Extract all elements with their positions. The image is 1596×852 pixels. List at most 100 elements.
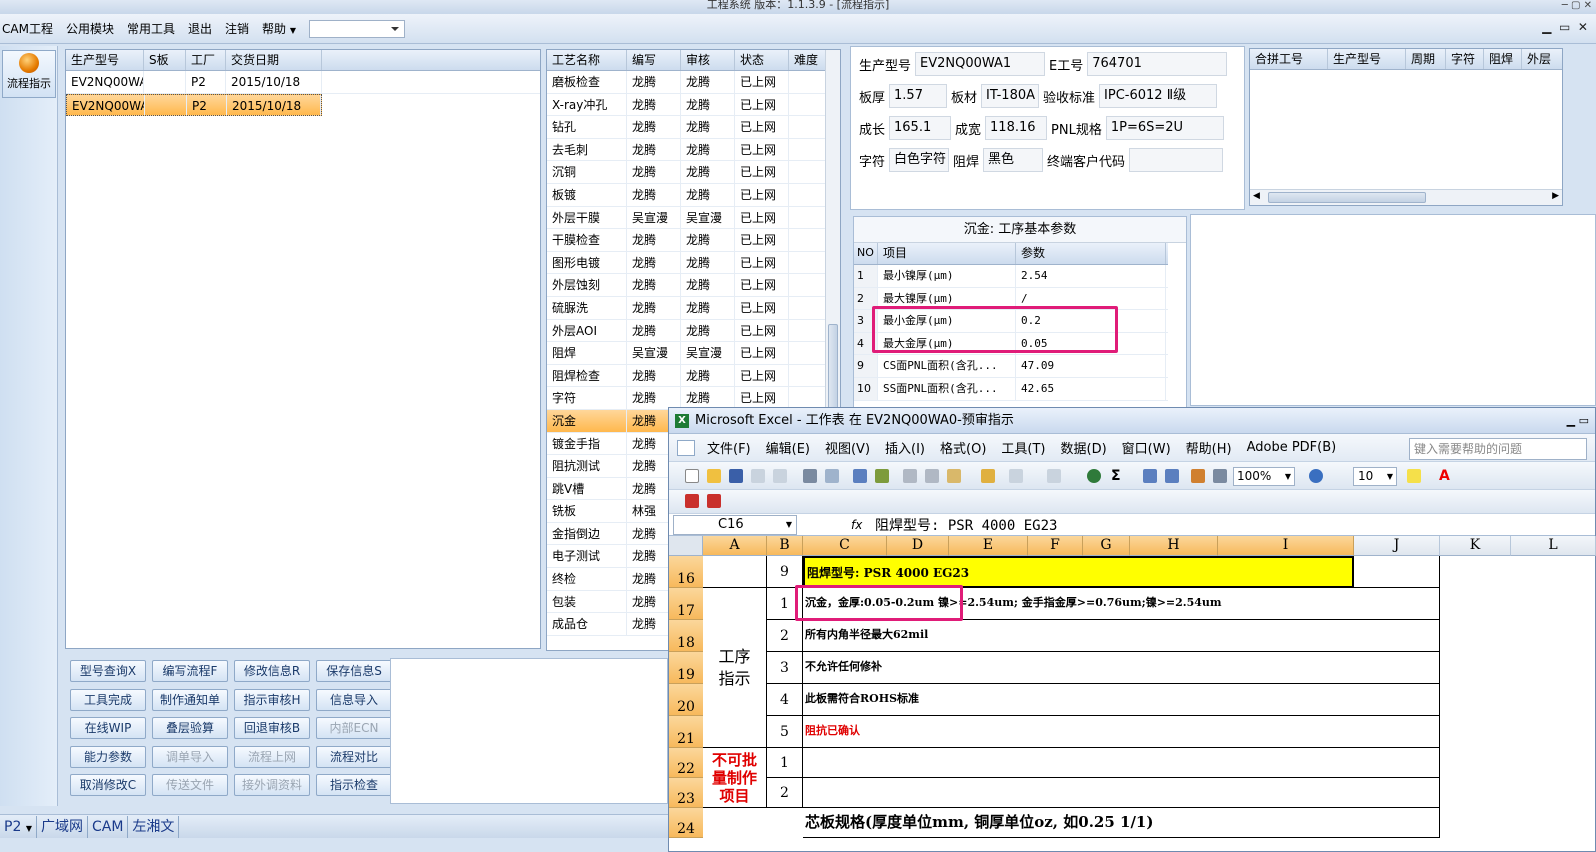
sort-desc-icon[interactable]	[1165, 469, 1179, 483]
col-model[interactable]: 生产型号	[66, 50, 144, 70]
column-header[interactable]: A	[703, 536, 767, 556]
scroll-thumb[interactable]	[1268, 192, 1426, 203]
xl-menu-data[interactable]: 数据(D)	[1061, 438, 1107, 457]
process-row[interactable]: 磨板检查 龙腾 龙腾 已上网	[547, 71, 840, 94]
column-header[interactable]: D	[887, 536, 949, 556]
row-header[interactable]: 21	[669, 716, 703, 748]
action-button[interactable]: 调单导入	[152, 745, 228, 768]
cell-c19[interactable]: 不允许任何修补	[803, 652, 1440, 684]
action-button[interactable]: 指示审核H	[234, 688, 310, 711]
material-field[interactable]: IT-180A	[981, 84, 1040, 108]
xl-menu-view[interactable]: 视图(V)	[825, 438, 870, 457]
col-sboard[interactable]: S板	[144, 50, 186, 70]
cell-c20[interactable]: 此板需符合ROHS标准	[803, 684, 1440, 716]
col-char[interactable]: 字符	[1446, 49, 1484, 69]
action-button[interactable]: 保存信息S	[316, 660, 392, 682]
column-header[interactable]: K	[1440, 536, 1511, 556]
model-row[interactable]: EV2NQ00WA0 P2 2015/10/18	[66, 71, 540, 94]
autosum-icon[interactable]: Σ	[1111, 469, 1125, 483]
combine-hscrollbar[interactable]: ◀ ▶	[1250, 189, 1562, 205]
action-button[interactable]: 传送文件	[152, 774, 228, 796]
model-field[interactable]: EV2NQ00WA1	[915, 52, 1046, 76]
action-button[interactable]: 修改信息R	[234, 660, 310, 682]
cell-b16[interactable]: 9	[767, 556, 803, 588]
thickness-field[interactable]: 1.57	[889, 84, 948, 108]
model-row-selected[interactable]: EV2NQ00WA1 P2 2015/10/18	[66, 93, 322, 117]
row-header[interactable]: 18	[669, 620, 703, 652]
action-button[interactable]: 接外调资料	[234, 774, 310, 796]
tab-cam[interactable]: CAM	[88, 815, 129, 838]
formula-input[interactable]: 阻焊型号: PSR 4000 EG23	[875, 515, 1057, 535]
hyperlink-icon[interactable]	[1087, 469, 1101, 483]
row-header[interactable]: 23	[669, 778, 703, 808]
col-writer[interactable]: 编写	[627, 50, 681, 70]
fx-icon[interactable]: fx	[851, 518, 875, 532]
row-header[interactable]: 17	[669, 588, 703, 620]
spell-icon[interactable]	[853, 469, 867, 483]
row-header[interactable]: 24	[669, 808, 703, 838]
col-period[interactable]: 周期	[1406, 49, 1446, 69]
menu-help[interactable]: 帮助 ▼	[262, 20, 296, 37]
new-icon[interactable]	[685, 469, 699, 483]
cell-group-process-indication[interactable]: 工序指示	[703, 588, 767, 748]
pdf-email-icon[interactable]	[707, 494, 721, 508]
col-outer[interactable]: 外层	[1522, 49, 1562, 69]
process-row[interactable]: 阻焊检查 龙腾 龙腾 已上网	[547, 364, 840, 388]
row-header[interactable]: 19	[669, 652, 703, 684]
message-box[interactable]	[390, 658, 668, 804]
zoom-select[interactable]: 100% ▼	[1233, 467, 1295, 486]
cell-b18[interactable]: 2	[767, 620, 803, 652]
menu-combo[interactable]	[309, 19, 406, 38]
action-button[interactable]: 取消修改C	[70, 774, 146, 796]
process-row[interactable]: X-ray冲孔 龙腾 龙腾 已上网	[547, 93, 840, 117]
cell-a16[interactable]	[703, 556, 767, 588]
fill-color-icon[interactable]	[1407, 469, 1421, 483]
col-combine-model[interactable]: 生产型号	[1328, 49, 1406, 69]
column-header[interactable]: J	[1354, 536, 1440, 556]
name-box[interactable]: C16 ▼	[673, 514, 797, 535]
cell-c23[interactable]	[803, 778, 1440, 808]
xl-menu-insert[interactable]: 插入(I)	[885, 438, 925, 457]
undo-icon[interactable]	[1009, 469, 1023, 483]
col-factory[interactable]: 工厂	[186, 50, 226, 70]
flow-indicator-button[interactable]: 流程指示	[2, 50, 56, 98]
permission-icon[interactable]	[751, 469, 765, 483]
email-icon[interactable]	[773, 469, 787, 483]
process-row[interactable]: 沉铜 龙腾 龙腾 已上网	[547, 161, 840, 184]
factory-select[interactable]: P2 ▼	[0, 815, 37, 838]
cell-b20[interactable]: 4	[767, 684, 803, 716]
research-icon[interactable]	[875, 469, 889, 483]
open-icon[interactable]	[707, 469, 721, 483]
xl-menu-edit[interactable]: 编辑(E)	[766, 438, 810, 457]
col-reviewer[interactable]: 审核	[681, 50, 735, 70]
cut-icon[interactable]	[903, 469, 917, 483]
xl-menu-window[interactable]: 窗口(W)	[1122, 438, 1171, 457]
cell-c22[interactable]	[803, 748, 1440, 778]
col-status[interactable]: 状态	[735, 50, 789, 70]
column-header[interactable]: B	[767, 536, 803, 556]
pnl-field[interactable]: 1P=6S=2U	[1105, 116, 1224, 140]
process-row[interactable]: 外层干膜 吴宣漫 吴宣漫 已上网	[547, 206, 840, 230]
scroll-right-icon[interactable]: ▶	[1552, 191, 1559, 201]
cell-c18[interactable]: 所有内角半径最大62mil	[803, 620, 1440, 652]
cell-c24[interactable]: 芯板规格(厚度单位mm, 铜厚单位oz, 如0.25 1/1)	[803, 808, 1440, 838]
process-row[interactable]: 阻焊 吴宣漫 吴宣漫 已上网	[547, 342, 840, 365]
cell-c16-selected[interactable]: 阻焊型号: PSR 4000 EG23	[803, 556, 1354, 588]
tab-wan[interactable]: 广域网	[37, 815, 88, 838]
process-row[interactable]: 外层AOI 龙腾 龙腾 已上网	[547, 319, 840, 343]
menu-logout[interactable]: 注销	[225, 20, 249, 37]
column-header[interactable]: F	[1028, 536, 1083, 556]
column-header[interactable]: I	[1218, 536, 1354, 556]
column-header[interactable]: C	[803, 536, 887, 556]
process-row[interactable]: 外层蚀刻 龙腾 龙腾 已上网	[547, 274, 840, 297]
action-button[interactable]: 能力参数	[70, 745, 146, 768]
xl-menu-pdf[interactable]: Adobe PDF(B)	[1247, 440, 1337, 455]
mask-field[interactable]: 黑色	[983, 148, 1044, 172]
row-header[interactable]: 16	[669, 556, 703, 588]
select-all-corner[interactable]	[669, 536, 703, 556]
col-combine-no[interactable]: 合拼工号	[1250, 49, 1328, 69]
action-button[interactable]: 在线WIP	[70, 717, 146, 739]
sort-asc-icon[interactable]	[1143, 469, 1157, 483]
cell-b22[interactable]: 1	[767, 748, 803, 778]
process-row[interactable]: 板镀 龙腾 龙腾 已上网	[547, 183, 840, 207]
